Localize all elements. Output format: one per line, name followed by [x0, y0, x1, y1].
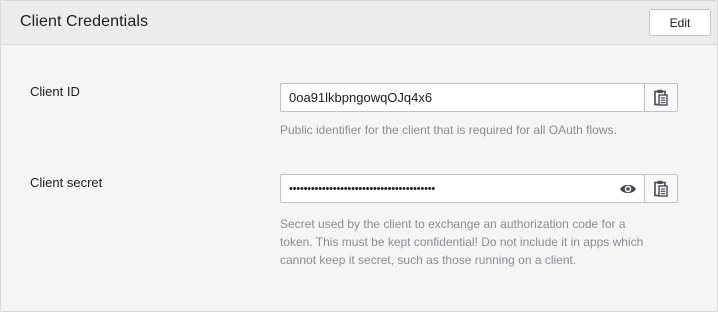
- copy-client-secret-button[interactable]: [644, 174, 678, 203]
- clipboard-icon: [654, 180, 668, 197]
- client-secret-help-line: token. This must be kept confidential! D…: [280, 235, 644, 249]
- eye-icon[interactable]: [619, 182, 637, 196]
- client-credentials-panel: Client Credentials Edit Client ID Public…: [0, 0, 718, 312]
- client-secret-field[interactable]: [280, 174, 646, 203]
- panel-header: Client Credentials Edit: [1, 1, 717, 45]
- panel-title: Client Credentials: [20, 13, 149, 30]
- client-secret-help-line: Secret used by the client to exchange an…: [280, 217, 626, 231]
- client-id-input[interactable]: [281, 84, 645, 111]
- client-id-field[interactable]: [280, 83, 646, 112]
- client-secret-help-line: cannot keep it secret, such as those run…: [280, 253, 577, 267]
- client-id-help: Public identifier for the client that is…: [280, 123, 617, 137]
- client-secret-help: Secret used by the client to exchange an…: [280, 215, 690, 269]
- client-secret-input[interactable]: [281, 175, 645, 202]
- edit-button[interactable]: Edit: [649, 9, 711, 36]
- copy-client-id-button[interactable]: [644, 83, 678, 112]
- clipboard-icon: [654, 89, 668, 106]
- client-secret-label: Client secret: [30, 175, 103, 190]
- client-id-label: Client ID: [30, 84, 80, 99]
